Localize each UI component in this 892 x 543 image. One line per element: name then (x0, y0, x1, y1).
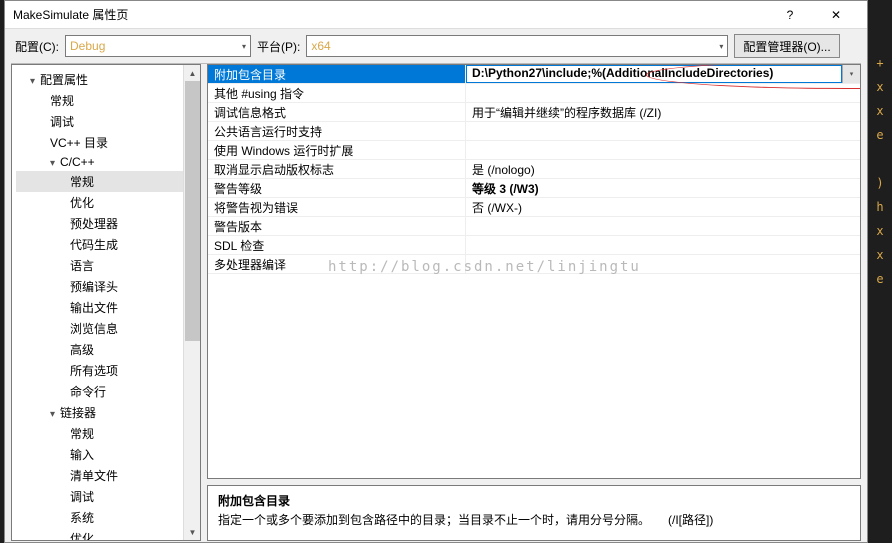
property-name: 调试信息格式 (208, 103, 466, 121)
tree-item[interactable]: 优化 (16, 192, 200, 213)
tree-item[interactable]: 代码生成 (16, 234, 200, 255)
property-value[interactable] (466, 236, 860, 254)
property-row[interactable]: 其他 #using 指令 (208, 84, 860, 103)
property-name: 将警告视为错误 (208, 198, 466, 216)
property-name: 其他 #using 指令 (208, 84, 466, 102)
platform-value: x64 (311, 39, 330, 53)
tree-item[interactable]: 所有选项 (16, 360, 200, 381)
tree-item[interactable]: 预处理器 (16, 213, 200, 234)
property-value[interactable]: 是 (/nologo) (466, 160, 860, 178)
property-value[interactable]: D:\Python27\include;%(AdditionalIncludeD… (466, 65, 842, 83)
configuration-combo[interactable]: Debug ▾ (65, 35, 251, 57)
tree-item[interactable]: 高级 (16, 339, 200, 360)
dropdown-icon[interactable]: ▾ (842, 65, 860, 83)
tree-item[interactable]: 输出文件 (16, 297, 200, 318)
property-name: 使用 Windows 运行时扩展 (208, 141, 466, 159)
description-panel: 附加包含目录 指定一个或多个要添加到包含路径中的目录；当目录不止一个时，请用分号… (207, 485, 861, 541)
property-value[interactable]: 等级 3 (/W3) (466, 179, 860, 197)
property-row[interactable]: 公共语言运行时支持 (208, 122, 860, 141)
tree-item[interactable]: 常规 (16, 423, 200, 444)
property-row[interactable]: 将警告视为错误否 (/WX-) (208, 198, 860, 217)
description-title: 附加包含目录 (218, 492, 850, 509)
help-button[interactable]: ? (767, 1, 813, 29)
property-pages-dialog: MakeSimulate 属性页 ? ✕ 配置(C): Debug ▾ 平台(P… (4, 0, 868, 543)
property-name: 附加包含目录 (208, 65, 466, 83)
property-name: 警告版本 (208, 217, 466, 235)
property-row[interactable]: 警告等级等级 3 (/W3) (208, 179, 860, 198)
caret-icon: ▾ (50, 409, 60, 420)
tree-item[interactable]: 系统 (16, 507, 200, 528)
tree-item[interactable]: ▾链接器 (16, 402, 200, 423)
tree-item[interactable]: 常规 (16, 171, 200, 192)
property-value[interactable] (466, 141, 860, 159)
property-row[interactable]: 取消显示启动版权标志是 (/nologo) (208, 160, 860, 179)
scroll-thumb[interactable] (185, 81, 200, 341)
tree-item[interactable]: ▾C/C++ (16, 153, 200, 171)
property-name: SDL 检查 (208, 236, 466, 254)
platform-combo[interactable]: x64 ▾ (306, 35, 728, 57)
property-value[interactable]: 否 (/WX-) (466, 198, 860, 216)
property-row[interactable]: 附加包含目录D:\Python27\include;%(AdditionalIn… (208, 65, 860, 84)
category-tree: ▾配置属性常规调试VC++ 目录▾C/C++常规优化预处理器代码生成语言预编译头… (11, 64, 201, 541)
chevron-down-icon: ▾ (242, 42, 246, 51)
chevron-down-icon: ▾ (719, 42, 723, 51)
property-value[interactable]: 用于“编辑并继续”的程序数据库 (/ZI) (466, 103, 860, 121)
scroll-up-icon[interactable]: ▲ (184, 65, 201, 81)
caret-icon: ▾ (30, 76, 40, 87)
tree-item[interactable]: VC++ 目录 (16, 132, 200, 153)
description-body: 指定一个或多个要添加到包含路径中的目录；当目录不止一个时，请用分号分隔。 (/I… (218, 511, 850, 528)
tree-item[interactable]: ▾配置属性 (16, 69, 200, 90)
property-value[interactable] (466, 217, 860, 235)
platform-label: 平台(P): (257, 38, 300, 55)
property-name: 取消显示启动版权标志 (208, 160, 466, 178)
watermark-text: http://blog.csdn.net/linjingtu (328, 259, 641, 275)
property-name: 警告等级 (208, 179, 466, 197)
tree-item[interactable]: 输入 (16, 444, 200, 465)
property-name: 公共语言运行时支持 (208, 122, 466, 140)
property-row[interactable]: SDL 检查 (208, 236, 860, 255)
property-row[interactable]: 调试信息格式用于“编辑并继续”的程序数据库 (/ZI) (208, 103, 860, 122)
configuration-label: 配置(C): (15, 38, 59, 55)
close-button[interactable]: ✕ (813, 1, 859, 29)
configuration-manager-button[interactable]: 配置管理器(O)... (734, 34, 839, 58)
window-title: MakeSimulate 属性页 (13, 6, 767, 23)
tree-item[interactable]: 预编译头 (16, 276, 200, 297)
property-row[interactable]: 警告版本 (208, 217, 860, 236)
property-value[interactable] (466, 84, 860, 102)
tree-item[interactable]: 常规 (16, 90, 200, 111)
toolbar: 配置(C): Debug ▾ 平台(P): x64 ▾ 配置管理器(O)... (5, 29, 867, 63)
configuration-value: Debug (70, 39, 105, 53)
tree-item[interactable]: 语言 (16, 255, 200, 276)
tree-item[interactable]: 清单文件 (16, 465, 200, 486)
property-grid: http://blog.csdn.net/linjingtu 附加包含目录D:\… (207, 64, 861, 479)
scroll-down-icon[interactable]: ▼ (184, 524, 201, 540)
tree-item[interactable]: 调试 (16, 111, 200, 132)
property-row[interactable]: 使用 Windows 运行时扩展 (208, 141, 860, 160)
tree-item[interactable]: 调试 (16, 486, 200, 507)
tree-item[interactable]: 浏览信息 (16, 318, 200, 339)
tree-scrollbar[interactable]: ▲ ▼ (183, 65, 200, 540)
background-editor: +xxe)hxxe (868, 0, 892, 543)
caret-icon: ▾ (50, 158, 60, 169)
tree-item[interactable]: 命令行 (16, 381, 200, 402)
tree-item[interactable]: 优化 (16, 528, 200, 540)
property-value[interactable] (466, 122, 860, 140)
titlebar: MakeSimulate 属性页 ? ✕ (5, 1, 867, 29)
